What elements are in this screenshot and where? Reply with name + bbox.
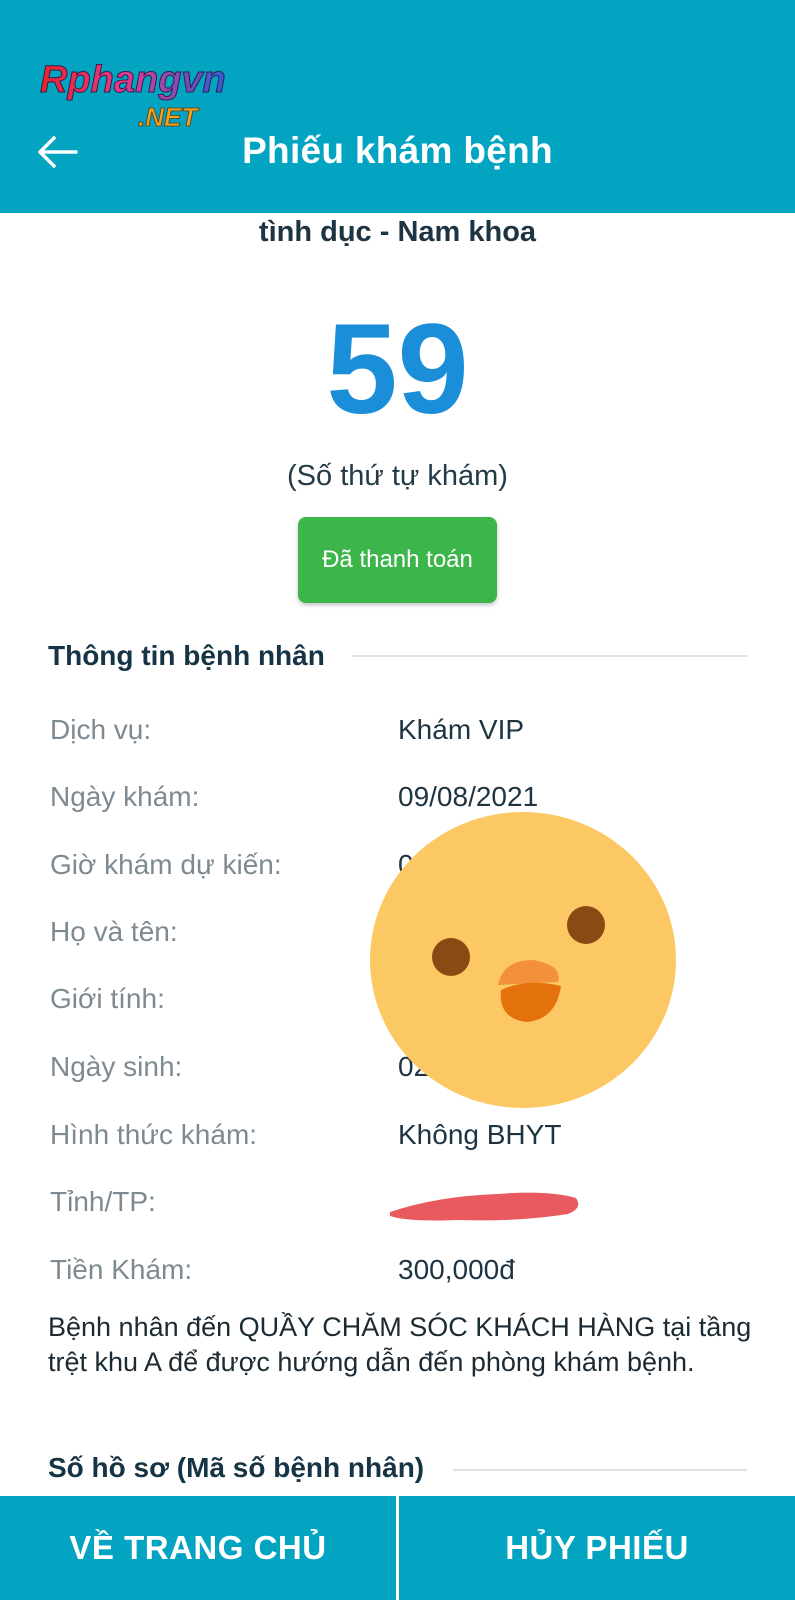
info-label: Tỉnh/TP: — [50, 1186, 156, 1217]
info-label: Ngày sinh: — [50, 1051, 183, 1082]
info-row-fee: Tiền Khám: 300,000đ — [0, 1254, 795, 1304]
home-button[interactable]: VỀ TRANG CHỦ — [0, 1496, 396, 1600]
page-title: Phiếu khám bệnh — [242, 130, 553, 171]
payment-status-badge: Đã thanh toán — [298, 517, 497, 603]
patient-info-title: Thông tin bệnh nhân — [48, 640, 325, 671]
app-header: Rphangvn .NET Phiếu khám bệnh — [0, 0, 795, 213]
info-label: Tiền Khám: — [50, 1254, 193, 1285]
svg-text:.NET: .NET — [138, 102, 199, 132]
info-label: Dịch vụ: — [50, 714, 152, 745]
info-label: Họ và tên: — [50, 916, 178, 947]
info-row-service: Dịch vụ: Khám VIP — [0, 714, 795, 764]
section-divider — [453, 1469, 747, 1471]
site-logo: Rphangvn .NET — [40, 59, 227, 133]
queue-number-label: (Số thứ tự khám) — [287, 460, 508, 492]
info-label: Hình thức khám: — [50, 1119, 258, 1150]
info-label: Giới tính: — [50, 983, 165, 1014]
info-row-exam-type: Hình thức khám: Không BHYT — [0, 1119, 795, 1169]
section-divider — [352, 655, 747, 657]
svg-text:Rphangvn: Rphangvn — [40, 59, 226, 101]
queue-number: 59 — [326, 298, 469, 441]
info-value: Không BHYT — [398, 1119, 562, 1150]
info-value: 09/08/2021 — [398, 781, 539, 812]
cancel-ticket-button[interactable]: HỦY PHIẾU — [399, 1496, 795, 1600]
chick-face-sticker-icon — [370, 812, 676, 1108]
info-value: Khám VIP — [398, 714, 525, 745]
info-value: 300,000đ — [398, 1254, 515, 1285]
bottom-action-bar: VỀ TRANG CHỦ HỦY PHIẾU — [0, 1496, 795, 1600]
redaction-scribble — [390, 1192, 579, 1221]
department-name: tình dục - Nam khoa — [258, 216, 537, 248]
info-label: Giờ khám dự kiến: — [50, 849, 282, 880]
instruction-notice: Bệnh nhân đến QUẦY CHĂM SÓC KHÁCH HÀNG t… — [48, 1312, 752, 1377]
info-label: Ngày khám: — [50, 781, 200, 812]
record-number-title: Số hồ sơ (Mã số bệnh nhân) — [48, 1452, 425, 1483]
